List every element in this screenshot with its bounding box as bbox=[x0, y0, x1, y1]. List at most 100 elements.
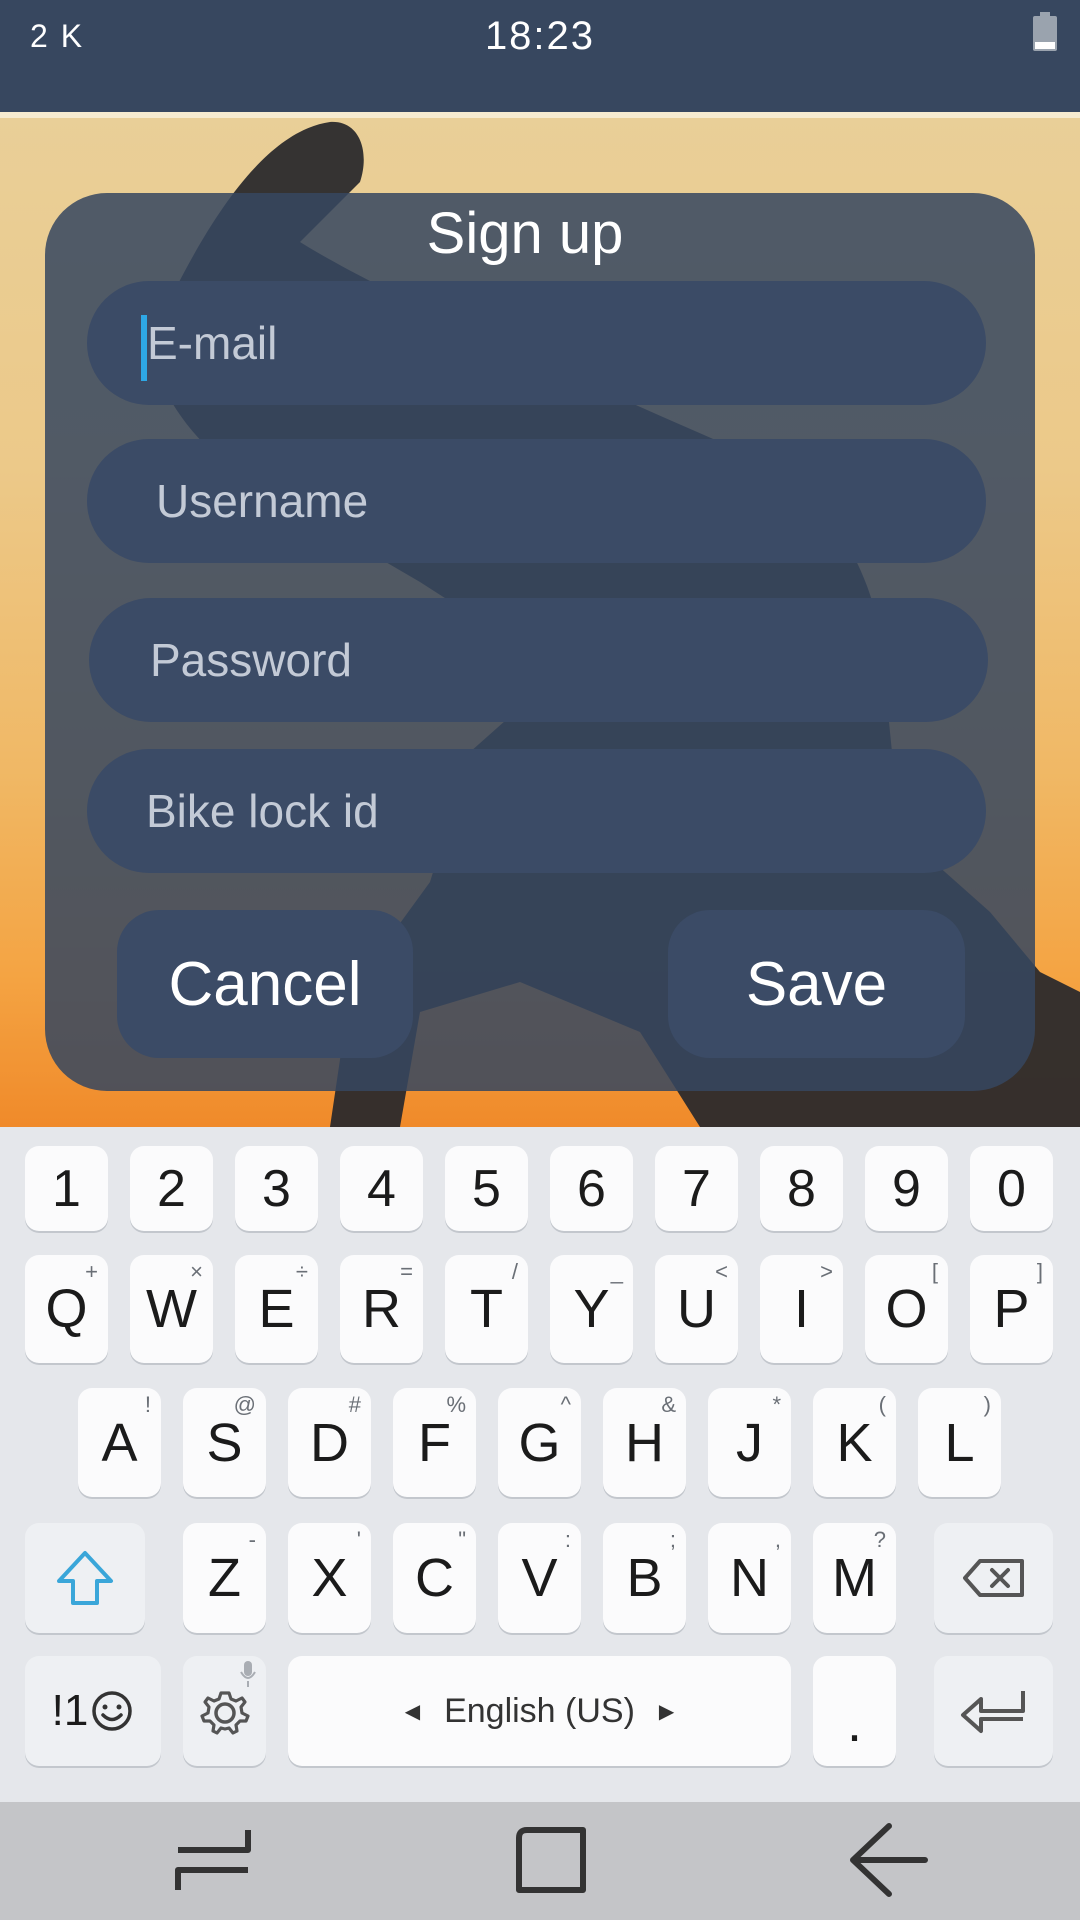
key-h-label: H bbox=[625, 1412, 664, 1473]
enter-key[interactable] bbox=[934, 1656, 1053, 1766]
key-a-alt: ! bbox=[144, 1392, 151, 1417]
period-key[interactable]: . bbox=[813, 1656, 896, 1766]
mic-icon bbox=[240, 1661, 256, 1687]
key-o[interactable]: O[ bbox=[865, 1255, 948, 1363]
key-n-label: N bbox=[730, 1548, 769, 1608]
backspace-key[interactable] bbox=[934, 1523, 1053, 1633]
soft-keyboard: 1 2 3 4 5 6 7 8 9 0 Q + W × E ÷ R = T / Y _ U <… bbox=[0, 1127, 1080, 1802]
symbols-label: !1 bbox=[51, 1686, 89, 1735]
key-j[interactable]: J * bbox=[708, 1388, 791, 1497]
key-n-alt: , bbox=[774, 1527, 781, 1552]
key-u-label: U bbox=[677, 1279, 716, 1339]
key-e[interactable]: E ÷ bbox=[235, 1255, 318, 1363]
key-d[interactable]: D # bbox=[288, 1388, 371, 1497]
key-n[interactable]: N, bbox=[708, 1523, 791, 1633]
key-p-alt: ] bbox=[1036, 1259, 1043, 1284]
key-r[interactable]: R = bbox=[340, 1255, 423, 1363]
key-1[interactable]: 1 bbox=[25, 1146, 108, 1231]
key-d-alt: # bbox=[348, 1392, 361, 1417]
key-g-label: G bbox=[518, 1412, 561, 1473]
key-i-label: I bbox=[793, 1279, 809, 1339]
key-v-alt: : bbox=[564, 1527, 571, 1552]
key-g[interactable]: G ^ bbox=[498, 1388, 581, 1497]
key-u-alt: < bbox=[715, 1259, 728, 1284]
save-button[interactable]: Save bbox=[668, 910, 965, 1058]
key-3[interactable]: 3 bbox=[235, 1146, 318, 1231]
key-2[interactable]: 2 bbox=[130, 1146, 213, 1231]
key-b-alt: ; bbox=[669, 1527, 676, 1552]
emoji-icon bbox=[92, 1691, 133, 1731]
key-e-alt: ÷ bbox=[295, 1259, 308, 1284]
recent-apps-icon[interactable] bbox=[168, 1820, 258, 1900]
backspace-icon bbox=[962, 1559, 1024, 1597]
username-input[interactable] bbox=[154, 473, 986, 529]
key-b[interactable]: B; bbox=[603, 1523, 686, 1633]
key-a-label: A bbox=[101, 1412, 138, 1473]
key-z-alt: - bbox=[248, 1527, 256, 1552]
key-a[interactable]: A! bbox=[78, 1388, 161, 1497]
key-r-label: R bbox=[362, 1279, 401, 1339]
key-z[interactable]: Z- bbox=[183, 1523, 266, 1633]
key-5[interactable]: 5 bbox=[445, 1146, 528, 1231]
key-h[interactable]: H & bbox=[603, 1388, 686, 1497]
key-m-label: M bbox=[832, 1548, 877, 1608]
key-6[interactable]: 6 bbox=[550, 1146, 633, 1231]
settings-icon bbox=[199, 1691, 250, 1735]
key-z-label: Z bbox=[208, 1548, 241, 1608]
key-h-alt: & bbox=[661, 1392, 676, 1417]
key-f-label: F bbox=[418, 1412, 451, 1473]
key-4[interactable]: 4 bbox=[340, 1146, 423, 1231]
key-v[interactable]: V: bbox=[498, 1523, 581, 1633]
key-x[interactable]: X ' bbox=[288, 1523, 371, 1633]
shift-key[interactable] bbox=[25, 1523, 145, 1633]
key-s[interactable]: S @ bbox=[183, 1388, 266, 1497]
key-9[interactable]: 9 bbox=[865, 1146, 948, 1231]
key-f[interactable]: F% bbox=[393, 1388, 476, 1497]
dialog-title: Sign up bbox=[426, 201, 624, 266]
key-y[interactable]: Y _ bbox=[550, 1255, 633, 1363]
key-y-alt: _ bbox=[610, 1259, 623, 1284]
language-next-icon: ▶ bbox=[658, 1700, 675, 1723]
key-k-alt: ( bbox=[878, 1392, 886, 1417]
key-j-label: J bbox=[736, 1412, 763, 1473]
back-icon[interactable] bbox=[843, 1820, 933, 1900]
key-m[interactable]: M? bbox=[813, 1523, 896, 1633]
key-i[interactable]: I > bbox=[760, 1255, 843, 1363]
text-cursor bbox=[141, 315, 147, 381]
key-w-label: W bbox=[146, 1279, 197, 1339]
key-c[interactable]: C " bbox=[393, 1523, 476, 1633]
bike-lock-input[interactable] bbox=[144, 783, 986, 839]
symbols-key[interactable]: !1 bbox=[25, 1656, 161, 1766]
email-input[interactable] bbox=[145, 315, 986, 371]
key-o-alt: [ bbox=[931, 1259, 938, 1284]
settings-key[interactable] bbox=[183, 1656, 266, 1766]
key-v-label: V bbox=[521, 1548, 558, 1608]
key-w[interactable]: W × bbox=[130, 1255, 213, 1363]
key-j-alt: * bbox=[772, 1392, 781, 1417]
key-q[interactable]: Q + bbox=[25, 1255, 108, 1363]
key-u[interactable]: U < bbox=[655, 1255, 738, 1363]
key-c-label: C bbox=[415, 1548, 454, 1608]
key-l-label: L bbox=[944, 1412, 975, 1473]
key-q-alt: + bbox=[85, 1259, 98, 1284]
password-input[interactable] bbox=[148, 632, 988, 688]
key-o-label: O bbox=[885, 1279, 928, 1339]
key-0[interactable]: 0 bbox=[970, 1146, 1053, 1231]
key-y-label: Y bbox=[573, 1279, 610, 1339]
cancel-button[interactable]: Cancel bbox=[117, 910, 413, 1058]
key-t[interactable]: T / bbox=[445, 1255, 528, 1363]
key-7[interactable]: 7 bbox=[655, 1146, 738, 1231]
home-icon[interactable] bbox=[505, 1820, 595, 1900]
key-w-alt: × bbox=[190, 1259, 203, 1284]
key-k-label: K bbox=[836, 1412, 873, 1473]
key-8[interactable]: 8 bbox=[760, 1146, 843, 1231]
key-l[interactable]: L) bbox=[918, 1388, 1001, 1497]
space-key[interactable]: ◀ English (US) ▶ bbox=[288, 1656, 791, 1766]
key-k[interactable]: K( bbox=[813, 1388, 896, 1497]
email-field[interactable] bbox=[87, 281, 986, 405]
password-field[interactable] bbox=[89, 598, 988, 722]
key-d-label: D bbox=[310, 1412, 349, 1473]
bike-lock-field[interactable] bbox=[87, 749, 986, 873]
key-p[interactable]: P] bbox=[970, 1255, 1053, 1363]
username-field[interactable] bbox=[87, 439, 986, 563]
